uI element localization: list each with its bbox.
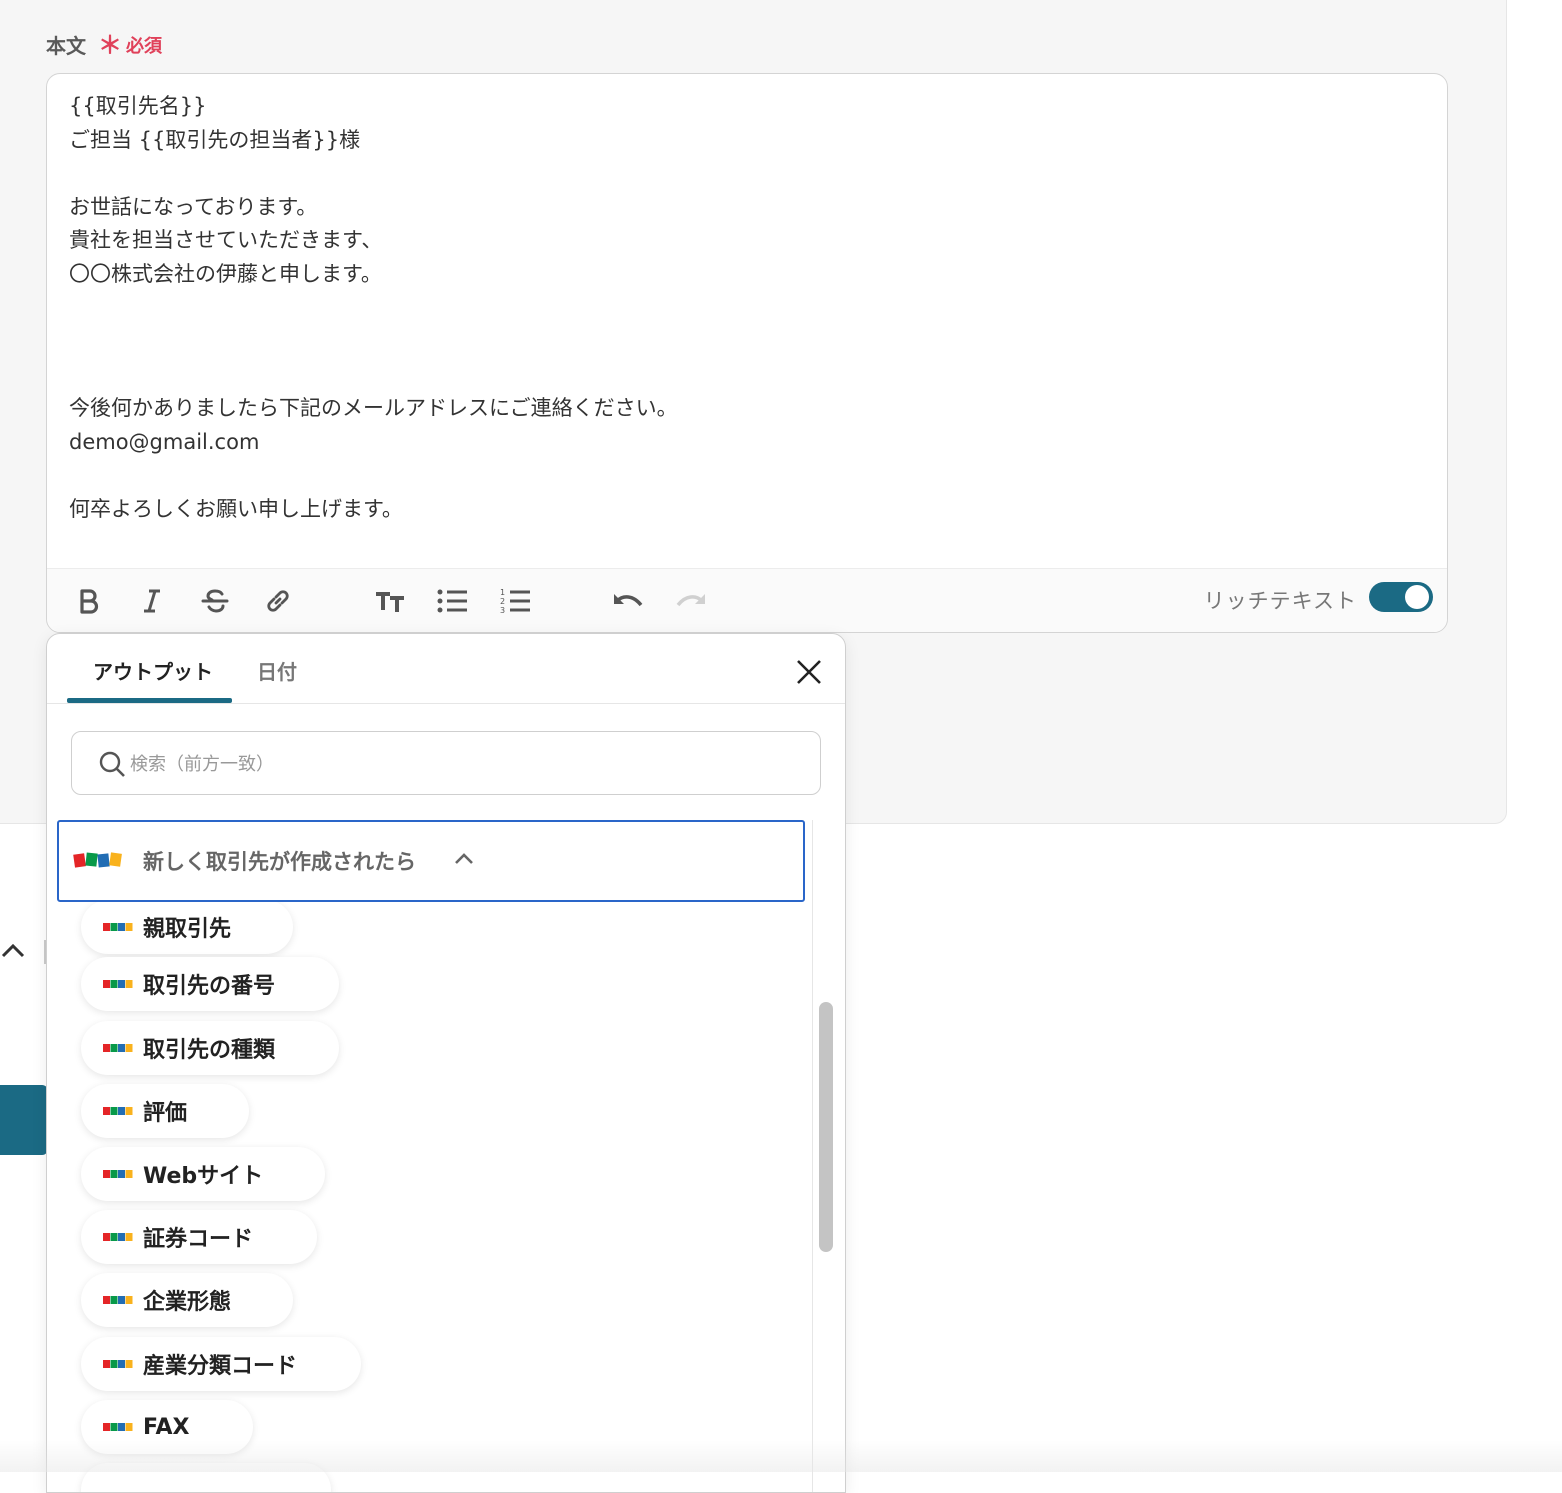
numbered-list-icon[interactable]: 123 <box>496 581 536 621</box>
zoho-logo-icon <box>103 1360 133 1368</box>
body-field-label: 本文 <box>46 34 86 58</box>
output-item-ticker-symbol[interactable]: 証券コード <box>81 1210 317 1264</box>
output-item-label: 産業分類コード <box>143 1354 298 1379</box>
bold-icon[interactable] <box>69 581 109 621</box>
chevron-up-icon[interactable] <box>0 938 26 964</box>
editor-line: 貴社を担当させていただきます、 <box>69 228 383 253</box>
zoho-logo-icon <box>103 1423 133 1431</box>
search-box[interactable] <box>71 731 821 795</box>
bullet-list-icon[interactable] <box>433 581 473 621</box>
active-tab-indicator <box>67 698 232 703</box>
tab-date[interactable]: 日付 <box>257 656 297 685</box>
group-header[interactable]: 新しく取引先が作成されたら <box>57 820 805 902</box>
field-label-row: 本文 ＊ 必須 <box>46 30 162 59</box>
zoho-logo-icon <box>103 1233 133 1241</box>
output-item-partial[interactable] <box>81 1463 331 1492</box>
popup-tabs: アウトプット 日付 <box>47 634 845 704</box>
output-item-label: FAX <box>143 1414 190 1440</box>
output-item-label: 企業形態 <box>143 1290 232 1315</box>
required-asterisk-icon: ＊ <box>98 30 122 59</box>
toggle-knob <box>1405 585 1429 609</box>
output-item-label: 取引先の種類 <box>143 1038 276 1063</box>
zoho-logo-icon <box>103 1170 133 1178</box>
output-item-fax[interactable]: FAX <box>81 1400 253 1454</box>
output-item-label: Webサイト <box>143 1164 264 1189</box>
editor-line: 今後何かありましたら下記のメールアドレスにご連絡ください。 <box>69 396 678 421</box>
close-icon[interactable] <box>795 658 823 686</box>
zoho-logo-icon <box>103 980 133 988</box>
rich-text-toggle[interactable] <box>1369 582 1433 612</box>
zoho-logo-icon <box>73 852 122 868</box>
search-icon <box>99 751 125 777</box>
undo-icon[interactable] <box>608 581 648 621</box>
variable-picker-popup: アウトプット 日付 新しく取引先が作成されたら 親取引先 取引先の番号 <box>46 633 846 1493</box>
rich-text-label: リッチテキスト <box>1203 589 1357 613</box>
zoho-logo-icon <box>103 1296 133 1304</box>
output-item-label: 取引先の番号 <box>143 974 276 999</box>
primary-button-partial[interactable] <box>0 1085 48 1155</box>
editor-content[interactable]: {{取引先名}} ご担当 {{取引先の担当者}}様 お世話になっております。 貴… <box>69 90 1425 527</box>
svg-text:1: 1 <box>500 588 505 597</box>
output-list: 新しく取引先が作成されたら 親取引先 取引先の番号 取引先の種類 評価 Webサ… <box>47 820 813 1492</box>
editor-toolbar: 123 リッチテキスト <box>47 568 1447 632</box>
list-scrollbar[interactable] <box>819 1002 833 1252</box>
zoho-logo-icon <box>103 1044 133 1052</box>
body-editor[interactable]: {{取引先名}} ご担当 {{取引先の担当者}}様 お世話になっております。 貴… <box>46 73 1448 633</box>
output-item-label: 証券コード <box>143 1227 254 1252</box>
svg-text:2: 2 <box>500 597 505 606</box>
editor-line: 何卒よろしくお願い申し上げます。 <box>69 497 403 522</box>
search-input[interactable] <box>130 744 730 784</box>
text-size-icon[interactable] <box>370 581 410 621</box>
output-item-account-number[interactable]: 取引先の番号 <box>81 957 339 1011</box>
link-icon[interactable] <box>258 581 298 621</box>
output-item-sic-code[interactable]: 産業分類コード <box>81 1337 361 1391</box>
required-badge: ＊ 必須 <box>98 32 162 58</box>
output-item-label: 評価 <box>143 1101 188 1126</box>
zoho-logo-icon <box>103 923 133 931</box>
output-item-rating[interactable]: 評価 <box>81 1084 249 1138</box>
editor-line: 〇〇株式会社の伊藤と申します。 <box>69 261 382 286</box>
output-item-ownership[interactable]: 企業形態 <box>81 1273 293 1327</box>
editor-line: demo@gmail.com <box>69 429 260 454</box>
strikethrough-icon[interactable] <box>195 581 235 621</box>
editor-line: お世話になっております。 <box>69 194 318 219</box>
required-text: 必須 <box>126 35 162 57</box>
output-item-label: 親取引先 <box>143 917 232 942</box>
editor-line: {{取引先名}} <box>69 94 207 118</box>
group-title: 新しく取引先が作成されたら <box>143 850 416 874</box>
tab-output[interactable]: アウトプット <box>93 656 213 685</box>
italic-icon[interactable] <box>132 581 172 621</box>
editor-line: ご担当 {{取引先の担当者}}様 <box>69 127 361 152</box>
output-item-website[interactable]: Webサイト <box>81 1147 325 1201</box>
redo-icon <box>671 581 711 621</box>
output-item-parent-account[interactable]: 親取引先 <box>81 900 293 954</box>
zoho-logo-icon <box>103 1107 133 1115</box>
chevron-up-icon[interactable] <box>453 850 475 866</box>
output-item-account-type[interactable]: 取引先の種類 <box>81 1021 339 1075</box>
svg-text:3: 3 <box>500 606 505 615</box>
